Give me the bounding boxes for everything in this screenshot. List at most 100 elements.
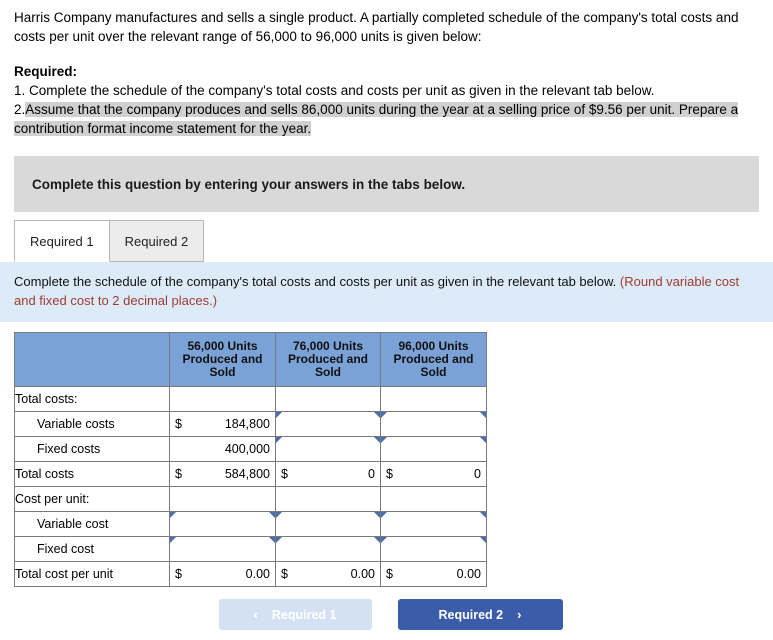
cell-value: 0 bbox=[474, 467, 481, 481]
tab-required-2-label: Required 2 bbox=[124, 233, 189, 249]
editable-cell[interactable] bbox=[275, 436, 381, 462]
prev-required-1-button[interactable]: ‹ Required 1 bbox=[218, 599, 372, 630]
cell-corner-marker-right-icon bbox=[374, 512, 380, 518]
currency-symbol: $ bbox=[281, 567, 288, 581]
value-cell: $0 bbox=[275, 461, 381, 487]
table-row: Variable costs $184,800 bbox=[14, 411, 487, 437]
required-item-2-number: 2. bbox=[14, 102, 26, 117]
row-label: Total costs: bbox=[14, 386, 170, 412]
cell-value: 0.00 bbox=[245, 567, 270, 581]
table-body: Total costs: Variable costs $184,800 Fixed … bbox=[14, 386, 487, 587]
editable-cell[interactable] bbox=[380, 536, 487, 562]
prompt-spacer bbox=[14, 46, 759, 62]
tab-instruction-main: Complete the schedule of the company's t… bbox=[14, 274, 617, 289]
currency-symbol: $ bbox=[386, 567, 393, 581]
value-cell: $0.00 bbox=[275, 561, 381, 587]
cell-value: 400,000 bbox=[224, 442, 270, 456]
table-row: Total costs: bbox=[14, 386, 487, 412]
cell-corner-marker-right-icon bbox=[374, 437, 380, 443]
editable-cell[interactable] bbox=[275, 536, 381, 562]
cell-corner-marker-icon bbox=[170, 537, 176, 543]
table-corner-header bbox=[14, 332, 170, 387]
row-label: Total costs bbox=[14, 461, 170, 487]
cell-value: 184,800 bbox=[224, 417, 270, 431]
currency-symbol: $ bbox=[175, 417, 182, 431]
cell-corner-marker-icon bbox=[276, 537, 282, 543]
value-cell: $184,800 bbox=[169, 411, 276, 437]
cell-value: 0.00 bbox=[456, 567, 481, 581]
cell-corner-marker-icon bbox=[381, 512, 387, 518]
schedule-table-wrapper: 56,000 Units Produced and Sold 76,000 Un… bbox=[0, 322, 773, 587]
editable-cell[interactable] bbox=[380, 511, 487, 537]
cell-corner-marker-right-icon bbox=[480, 537, 486, 543]
question-prompt: Harris Company manufactures and sells a … bbox=[0, 0, 773, 138]
editable-cell[interactable] bbox=[169, 536, 276, 562]
next-button-label: Required 2 bbox=[438, 607, 504, 622]
blank-cell bbox=[380, 386, 487, 412]
tab-instruction-strip: Complete the schedule of the company's t… bbox=[0, 262, 773, 322]
row-label: Variable cost bbox=[14, 511, 170, 537]
cell-corner-marker-right-icon bbox=[480, 412, 486, 418]
editable-cell[interactable] bbox=[380, 436, 487, 462]
chevron-right-icon: › bbox=[517, 607, 522, 622]
cell-corner-marker-right-icon bbox=[480, 437, 486, 443]
cell-corner-marker-icon bbox=[381, 437, 387, 443]
row-label: Fixed cost bbox=[14, 536, 170, 562]
required-item-2-selected-text: Assume that the company produces and sel… bbox=[14, 102, 739, 136]
cell-corner-marker-icon bbox=[276, 412, 282, 418]
tab-bar: Required 1 Required 2 bbox=[14, 220, 773, 262]
value-cell: 400,000 bbox=[169, 436, 276, 462]
chevron-left-icon: ‹ bbox=[253, 607, 258, 622]
cell-corner-marker-icon bbox=[170, 512, 176, 518]
table-row: Cost per unit: bbox=[14, 486, 487, 512]
column-header-96000: 96,000 Units Produced and Sold bbox=[380, 332, 487, 387]
cell-corner-marker-icon bbox=[381, 537, 387, 543]
cell-value: 0.00 bbox=[350, 567, 375, 581]
value-cell: $0.00 bbox=[380, 561, 487, 587]
cell-value: 584,800 bbox=[224, 467, 270, 481]
tab-navigation: ‹ Required 1 Required 2 › bbox=[0, 599, 773, 630]
column-header-76000: 76,000 Units Produced and Sold bbox=[275, 332, 381, 387]
required-item-2: 2.Assume that the company produces and s… bbox=[14, 100, 759, 138]
currency-symbol: $ bbox=[175, 467, 182, 481]
required-item-1: 1. Complete the schedule of the company'… bbox=[14, 83, 655, 98]
blank-cell bbox=[380, 486, 487, 512]
currency-symbol: $ bbox=[386, 467, 393, 481]
prompt-paragraph-1: Harris Company manufactures and sells a … bbox=[14, 10, 739, 44]
next-required-2-button[interactable]: Required 2 › bbox=[397, 599, 563, 630]
editable-cell[interactable] bbox=[380, 411, 487, 437]
cost-schedule-table: 56,000 Units Produced and Sold 76,000 Un… bbox=[14, 332, 487, 587]
instruction-banner: Complete this question by entering your … bbox=[14, 156, 759, 212]
cell-value: 0 bbox=[368, 467, 375, 481]
required-label: Required: bbox=[14, 64, 78, 79]
cell-corner-marker-right-icon bbox=[374, 537, 380, 543]
value-cell: $0 bbox=[380, 461, 487, 487]
cell-corner-marker-icon bbox=[276, 512, 282, 518]
cell-corner-marker-right-icon bbox=[269, 537, 275, 543]
cell-corner-marker-icon bbox=[276, 437, 282, 443]
tab-required-1[interactable]: Required 1 bbox=[14, 220, 110, 262]
table-row: Fixed cost bbox=[14, 536, 487, 562]
row-label: Total cost per unit bbox=[14, 561, 170, 587]
editable-cell[interactable] bbox=[275, 411, 381, 437]
cell-corner-marker-right-icon bbox=[480, 512, 486, 518]
row-label: Cost per unit: bbox=[14, 486, 170, 512]
tab-required-2[interactable]: Required 2 bbox=[109, 220, 205, 262]
blank-cell bbox=[275, 486, 381, 512]
row-label: Variable costs bbox=[14, 411, 170, 437]
editable-cell[interactable] bbox=[169, 511, 276, 537]
currency-symbol: $ bbox=[281, 467, 288, 481]
value-cell: $0.00 bbox=[169, 561, 276, 587]
tab-required-1-label: Required 1 bbox=[30, 233, 94, 249]
cell-corner-marker-right-icon bbox=[269, 512, 275, 518]
table-row: Total costs $584,800 $0 $0 bbox=[14, 461, 487, 487]
prev-button-label: Required 1 bbox=[271, 607, 337, 622]
table-row: Fixed costs 400,000 bbox=[14, 436, 487, 462]
row-label: Fixed costs bbox=[14, 436, 170, 462]
editable-cell[interactable] bbox=[275, 511, 381, 537]
currency-symbol: $ bbox=[175, 567, 182, 581]
cell-corner-marker-icon bbox=[381, 412, 387, 418]
cell-corner-marker-right-icon bbox=[374, 412, 380, 418]
blank-cell bbox=[169, 486, 276, 512]
value-cell: $584,800 bbox=[169, 461, 276, 487]
